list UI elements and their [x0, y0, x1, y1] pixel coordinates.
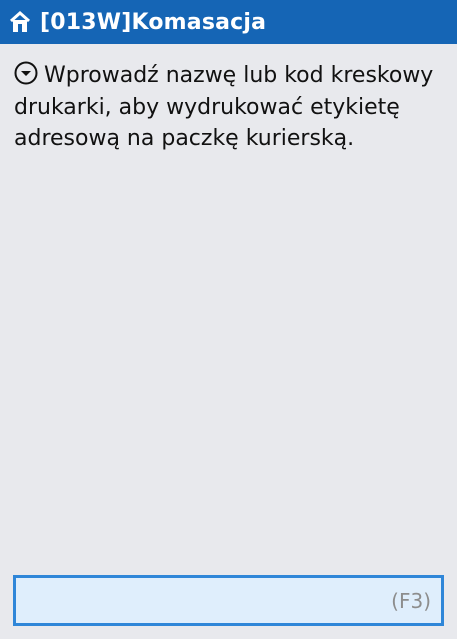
back-arrow-icon	[10, 10, 30, 32]
instruction-text: Wprowadź nazwę lub kod kreskowy drukarki…	[14, 63, 434, 151]
instruction-message: Wprowadź nazwę lub kod kreskowy drukarki…	[14, 60, 444, 155]
page-title: [013W]Komasacja	[40, 9, 267, 35]
back-button[interactable]	[0, 0, 40, 44]
hotkey-hint: (F3)	[391, 588, 431, 613]
chevron-down-circle-icon[interactable]	[14, 61, 38, 85]
printer-input[interactable]	[16, 578, 392, 623]
app-header: [013W]Komasacja	[0, 0, 457, 44]
barcode-input-container[interactable]: (F3)	[13, 575, 444, 626]
